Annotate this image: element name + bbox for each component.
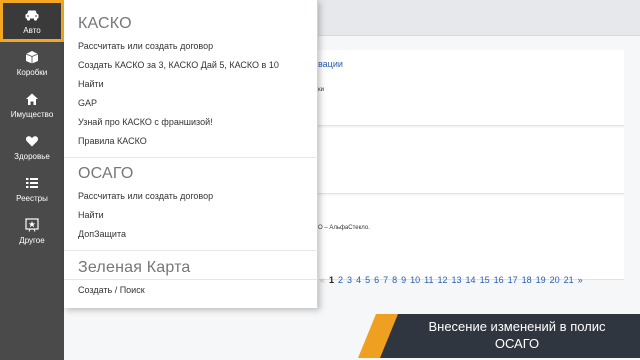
pagination-page[interactable]: 14: [466, 275, 476, 285]
pagination-page[interactable]: 3: [347, 275, 352, 285]
pagination-page[interactable]: 9: [401, 275, 406, 285]
sidebar-item-label: Здоровье: [14, 151, 50, 161]
star-icon: [25, 217, 39, 234]
menu-divider: [64, 250, 318, 251]
pagination-page[interactable]: 12: [438, 275, 448, 285]
auto-dropdown-menu: КАСКО Рассчитать или создать договор Соз…: [64, 0, 318, 308]
pagination-page[interactable]: 8: [392, 275, 397, 285]
pagination-next[interactable]: »: [578, 275, 583, 285]
sidebar-item-other[interactable]: Другое: [0, 210, 64, 252]
list-item: [314, 196, 624, 280]
pagination-page[interactable]: 13: [452, 275, 462, 285]
section-title-osago: ОСАГО: [78, 165, 134, 182]
section-title-green-card: Зеленая Карта: [78, 259, 191, 276]
menu-item-green-card-create-search[interactable]: Создать / Поиск: [78, 285, 145, 295]
pagination-page[interactable]: 10: [410, 275, 420, 285]
menu-divider: [64, 157, 318, 158]
home-icon: [25, 92, 39, 108]
menu-divider: [64, 279, 318, 280]
menu-item-osago-dopzashchita[interactable]: ДопЗащита: [78, 229, 126, 239]
list-item: [314, 128, 624, 194]
pagination-page[interactable]: 2: [338, 275, 343, 285]
background-link[interactable]: вации: [318, 59, 343, 69]
menu-item-osago-calculate[interactable]: Рассчитать или создать договор: [78, 191, 213, 201]
pagination-page[interactable]: 16: [494, 275, 504, 285]
banner-text: Внесение изменений в полис ОСАГО: [398, 318, 636, 352]
banner-line-2: ОСАГО: [494, 336, 540, 351]
sidebar-item-label: Коробки: [16, 67, 48, 77]
sidebar: Авто Коробки Имущество Здоровье Реестры …: [0, 0, 64, 360]
pagination-prev[interactable]: «: [320, 275, 325, 285]
menu-item-kasko-find[interactable]: Найти: [78, 79, 104, 89]
caption-banner: Внесение изменений в полис ОСАГО: [358, 314, 640, 358]
pagination-page[interactable]: 5: [365, 275, 370, 285]
heart-icon: [25, 134, 39, 150]
list-icon: [25, 176, 39, 192]
sidebar-item-label: Имущество: [10, 109, 54, 119]
sidebar-item-auto[interactable]: Авто: [0, 0, 64, 42]
background-text: О – АльфаСтекло.: [318, 225, 370, 231]
pagination-page[interactable]: 18: [522, 275, 532, 285]
sidebar-item-label: Реестры: [16, 193, 48, 203]
pagination: « 1 2 3 4 5 6 7 8 9 10 11 12 13 14 15 16…: [320, 272, 583, 288]
pagination-page[interactable]: 7: [383, 275, 388, 285]
pagination-page[interactable]: 21: [564, 275, 574, 285]
background-text: ки: [318, 87, 324, 93]
list-item: [314, 50, 624, 126]
sidebar-item-property[interactable]: Имущество: [0, 84, 64, 126]
pagination-page[interactable]: 11: [424, 275, 433, 285]
pagination-page[interactable]: 20: [550, 275, 560, 285]
section-title-kasko: КАСКО: [78, 15, 132, 32]
pagination-page[interactable]: 4: [356, 275, 361, 285]
menu-item-kasko-calculate[interactable]: Рассчитать или создать договор: [78, 41, 213, 51]
menu-item-osago-find[interactable]: Найти: [78, 210, 104, 220]
pagination-page[interactable]: 15: [480, 275, 490, 285]
sidebar-item-health[interactable]: Здоровье: [0, 126, 64, 168]
menu-item-kasko-rules[interactable]: Правила КАСКО: [78, 136, 147, 146]
menu-item-kasko-gap[interactable]: GAP: [78, 98, 97, 108]
sidebar-item-label: Другое: [19, 235, 45, 245]
pagination-page-current[interactable]: 1: [329, 275, 334, 285]
pagination-page[interactable]: 6: [374, 275, 379, 285]
box-icon: [25, 50, 39, 66]
menu-item-kasko-create-packages[interactable]: Создать КАСКО за 3, КАСКО Дай 5, КАСКО в…: [78, 60, 279, 70]
pagination-page[interactable]: 19: [536, 275, 546, 285]
car-icon: [24, 8, 40, 24]
banner-line-1: Внесение изменений в полис: [428, 319, 606, 334]
sidebar-item-registries[interactable]: Реестры: [0, 168, 64, 210]
sidebar-item-label: Авто: [23, 25, 41, 35]
sidebar-item-boxes[interactable]: Коробки: [0, 42, 64, 84]
pagination-page[interactable]: 17: [508, 275, 518, 285]
menu-item-kasko-franchise[interactable]: Узнай про КАСКО с франшизой!: [78, 117, 213, 127]
